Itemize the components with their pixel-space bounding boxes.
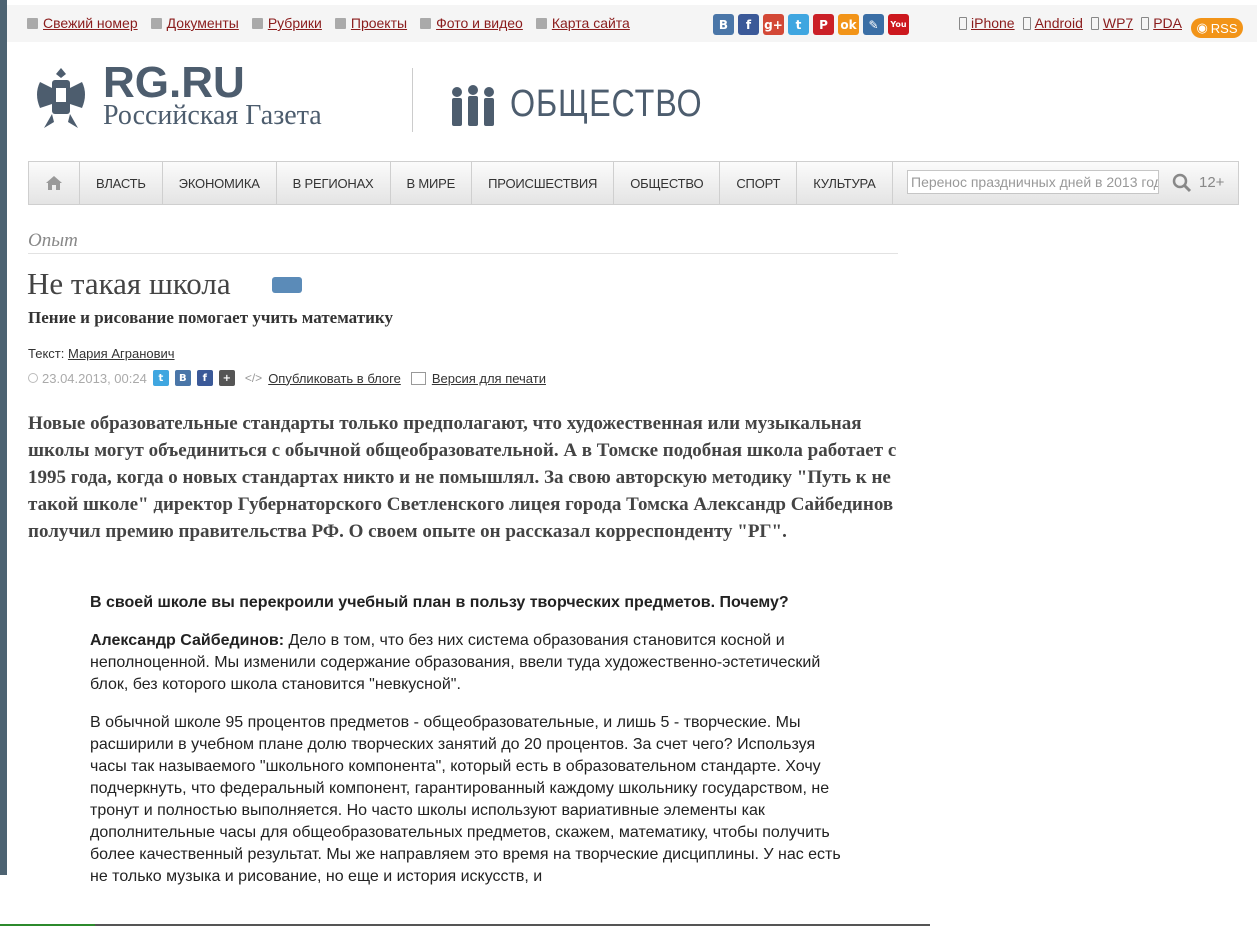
publish-in-blog-link[interactable]: Опубликовать в блоге <box>268 371 401 386</box>
interview-question: В своей школе вы перекроили учебный план… <box>90 594 789 611</box>
clock-icon <box>28 373 38 383</box>
google-plus-icon[interactable]: g+ <box>763 14 784 35</box>
search-input[interactable]: Перенос праздничных дней в 2013 году <box>907 170 1159 194</box>
vkontakte-icon[interactable]: B <box>713 14 734 35</box>
nav-items: ВЛАСТЬ ЭКОНОМИКА В РЕГИОНАХ В МИРЕ ПРОИСШЕСТ… <box>80 162 893 204</box>
projects-icon <box>334 17 346 29</box>
film-icon <box>420 17 432 29</box>
article-title: Не такая школа <box>27 266 231 301</box>
mobile-version-label: Android <box>1034 15 1083 31</box>
age-rating: 12+ <box>1199 174 1225 191</box>
top-link-label: Свежий номер <box>43 15 138 31</box>
main-nav: ВЛАСТЬ ЭКОНОМИКА В РЕГИОНАХ В МИРЕ ПРОИСШЕСТ… <box>28 161 1239 205</box>
print-version-link[interactable]: Версия для печати <box>432 371 546 386</box>
section-title: ОБЩЕСТВО <box>510 83 703 125</box>
header-divider <box>412 68 413 132</box>
code-icon: </> <box>244 371 263 385</box>
top-link-label: Рубрики <box>267 15 322 31</box>
interview-answer: Александр Сайбединов: Дело в том, что бе… <box>90 630 845 696</box>
speaker-name: Александр Сайбединов: <box>90 632 285 649</box>
phone-icon <box>1090 16 1099 30</box>
top-link-label: Проекты <box>350 15 408 31</box>
nav-item[interactable]: ЭКОНОМИКА <box>163 162 277 204</box>
left-edge-bar <box>0 0 7 875</box>
mobile-versions: iPhone Android WP7 PDA <box>959 15 1190 31</box>
comment-icon[interactable] <box>272 277 302 293</box>
top-link[interactable]: Свежий номер <box>27 15 138 31</box>
nav-item[interactable]: СПОРТ <box>720 162 798 204</box>
mobile-version-link[interactable]: iPhone <box>959 15 1015 31</box>
facebook-icon[interactable]: f <box>738 14 759 35</box>
livejournal-icon[interactable]: ✎ <box>863 14 884 35</box>
people-icon <box>452 85 494 126</box>
mobile-version-label: PDA <box>1153 15 1182 31</box>
top-bar: Свежий номер Документы Рубрики Проекты Фото … <box>7 5 1257 42</box>
home-icon <box>46 176 62 190</box>
share-buttons: t Bf + <box>147 370 235 386</box>
top-link[interactable]: Рубрики <box>251 15 322 31</box>
phone-icon <box>1022 16 1031 30</box>
odnoklassniki-icon[interactable]: ok <box>838 14 859 35</box>
rss-button[interactable]: ◉ RSS <box>1191 18 1243 38</box>
sitemap-icon <box>535 17 547 29</box>
top-link[interactable]: Карта сайта <box>535 15 630 31</box>
search-icon[interactable] <box>1171 172 1193 194</box>
document-icon <box>150 17 162 29</box>
article-author: Текст: Мария Агранович <box>28 346 175 361</box>
coat-of-arms-icon <box>37 68 85 128</box>
top-link-label: Документы <box>166 15 239 31</box>
top-links: Свежий номер Документы Рубрики Проекты Фото … <box>27 15 643 31</box>
phone-icon <box>1141 16 1150 30</box>
nav-item[interactable]: В МИРЕ <box>391 162 473 204</box>
article-meta: 23.04.2013, 00:24 t Bf + </> Опубликовать … <box>28 370 546 386</box>
top-link[interactable]: Документы <box>150 15 239 31</box>
twitter-icon[interactable]: t <box>788 14 809 35</box>
twitter-share-icon[interactable]: t <box>152 370 169 386</box>
top-link-label: Фото и видео <box>436 15 523 31</box>
mobile-version-link[interactable]: Android <box>1022 15 1083 31</box>
pinterest-icon[interactable]: P <box>813 14 834 35</box>
nav-item[interactable]: КУЛЬТУРА <box>797 162 893 204</box>
phone-icon <box>959 16 967 30</box>
nav-item[interactable]: ВЛАСТЬ <box>80 162 163 204</box>
top-link[interactable]: Проекты <box>334 15 408 31</box>
youtube-icon[interactable]: You <box>888 14 909 35</box>
rss-icon: ◉ <box>1196 20 1208 35</box>
newspaper-icon <box>27 17 38 29</box>
rubrics-icon <box>251 17 263 29</box>
mobile-version-label: iPhone <box>971 15 1015 31</box>
article-date: 23.04.2013, 00:24 <box>42 370 147 386</box>
logo-subtitle[interactable]: Российская Газета <box>103 100 322 132</box>
article-lead: Новые образовательные стандарты только п… <box>28 413 897 542</box>
social-links: Bf g+ t Pok ✎ You <box>713 14 909 35</box>
author-link[interactable]: Мария Агранович <box>68 346 175 361</box>
more-share-icon[interactable]: + <box>218 370 235 386</box>
author-label: Текст: <box>28 346 65 361</box>
print-icon <box>410 371 426 385</box>
nav-item[interactable]: ПРОИСШЕСТВИЯ <box>472 162 615 204</box>
rss-label: RSS <box>1210 20 1238 36</box>
mobile-version-link[interactable]: PDA <box>1141 15 1182 31</box>
nav-item[interactable]: ОБЩЕСТВО <box>614 162 721 204</box>
mobile-version-link[interactable]: WP7 <box>1090 15 1134 31</box>
mobile-version-label: WP7 <box>1102 15 1134 31</box>
top-link[interactable]: Фото и видео <box>420 15 523 31</box>
article-paragraph: В обычной школе 95 процентов предметов -… <box>90 714 841 885</box>
article-body: В своей школе вы перекроили учебный план… <box>90 592 845 904</box>
home-button[interactable] <box>29 162 80 204</box>
article-rubric[interactable]: Опыт <box>28 230 78 252</box>
vkontakte-share-icon[interactable]: B <box>174 370 191 386</box>
facebook-share-icon[interactable]: f <box>196 370 213 386</box>
rubric-divider <box>28 253 898 254</box>
article-subtitle: Пение и рисование помогает учить математ… <box>28 308 393 327</box>
nav-item[interactable]: В РЕГИОНАХ <box>277 162 391 204</box>
top-link-label: Карта сайта <box>551 15 630 31</box>
